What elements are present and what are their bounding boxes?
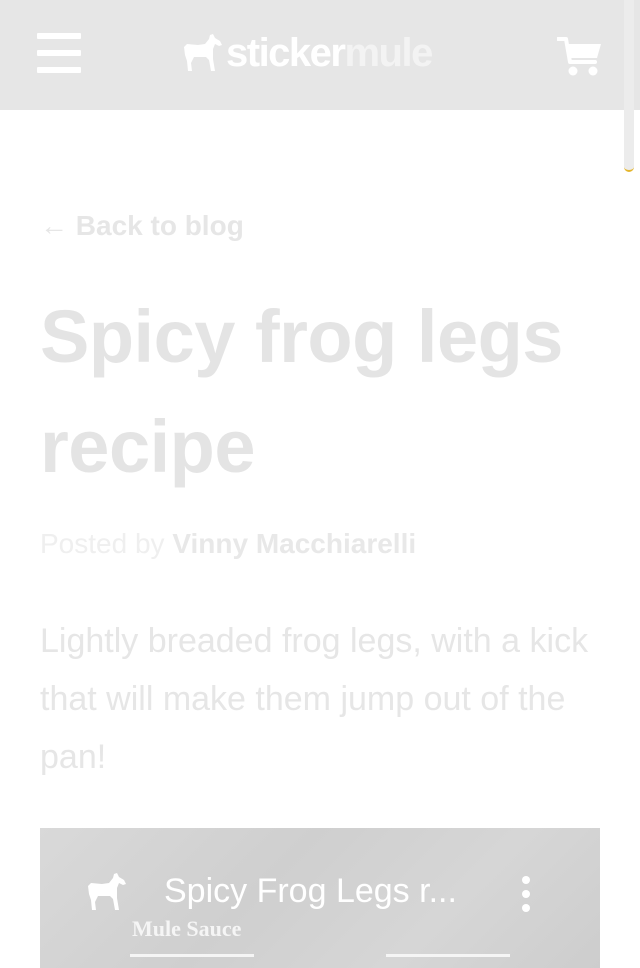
byline-prefix: Posted by xyxy=(40,528,165,559)
mule-logo-icon xyxy=(184,34,222,71)
hamburger-menu-icon[interactable] xyxy=(37,33,81,73)
author-link[interactable]: Vinny Macchiarelli xyxy=(172,528,416,559)
shopping-cart-icon[interactable] xyxy=(557,36,603,78)
top-navigation-bar: sticker mule xyxy=(0,0,640,110)
video-overlay-rule xyxy=(386,954,510,957)
site-logo[interactable]: sticker mule xyxy=(180,30,433,76)
video-title[interactable]: Spicy Frog Legs r... xyxy=(164,872,457,911)
more-vertical-icon[interactable] xyxy=(520,876,532,912)
page-title: Spicy frog legs recipe xyxy=(40,295,563,488)
brand-name-part-2: mule xyxy=(344,31,433,75)
video-overlay-rule xyxy=(130,954,254,957)
channel-logo-icon[interactable] xyxy=(84,872,128,912)
article-intro: Lightly breaded frog legs, with a kick t… xyxy=(40,622,589,776)
brand-name-part-1: sticker xyxy=(226,31,346,75)
video-player[interactable]: Spicy Frog Legs r... Mule Sauce xyxy=(40,828,600,968)
video-brand-overlay: Mule Sauce xyxy=(132,916,242,941)
byline: Posted by Vinny Macchiarelli xyxy=(40,528,416,560)
scrollbar[interactable] xyxy=(624,0,634,172)
back-to-blog-link[interactable]: ← Back to blog xyxy=(40,210,244,242)
